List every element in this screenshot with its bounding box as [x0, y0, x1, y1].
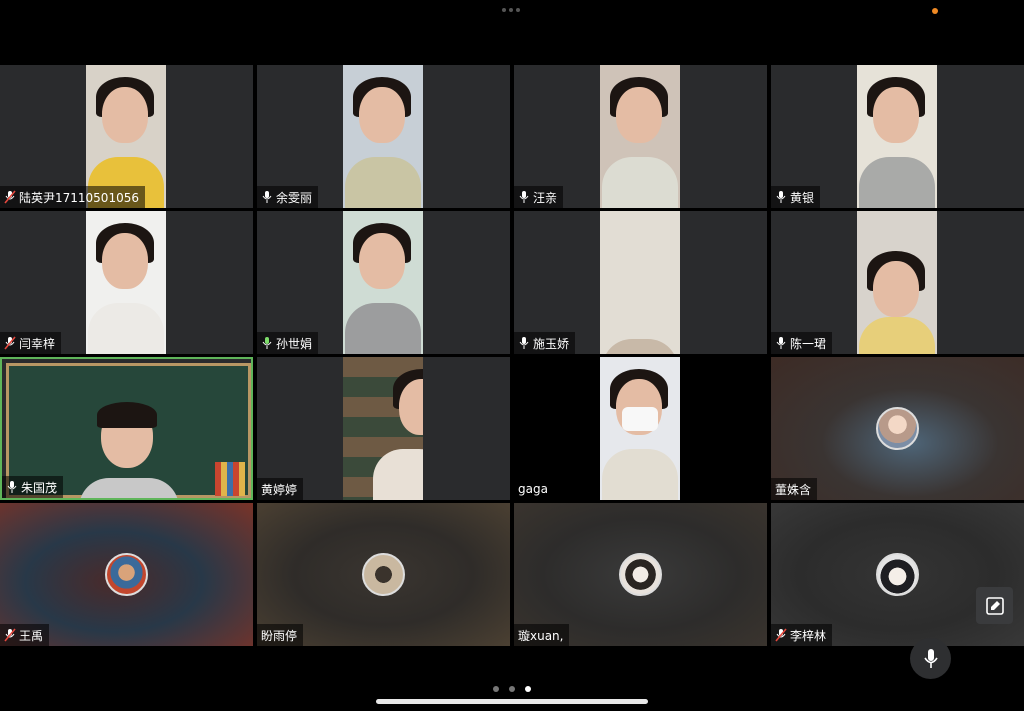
page-dot-current[interactable] [525, 686, 531, 692]
participant-name: 孙世娟 [276, 336, 313, 351]
name-tag: 李梓林 [771, 624, 833, 646]
participant-tile[interactable]: 璇xuan, [514, 503, 767, 646]
participant-tile[interactable]: 李梓林 [771, 503, 1024, 646]
participant-tile[interactable]: 陈一珺 [771, 211, 1024, 354]
avatar [362, 553, 405, 596]
participant-tile[interactable]: 盼雨停 [257, 503, 510, 646]
avatar [876, 407, 919, 450]
mic-icon [776, 337, 786, 349]
video-feed [343, 65, 423, 208]
participant-name: 余雯丽 [276, 190, 313, 205]
participant-name: 黄银 [790, 190, 815, 205]
window-handle-dots[interactable] [502, 8, 520, 12]
participant-tile[interactable]: 余雯丽 [257, 65, 510, 208]
participant-name: 董姝含 [775, 482, 812, 497]
avatar [619, 553, 662, 596]
name-tag: 盼雨停 [257, 624, 304, 646]
participant-name: 陆英尹17110501056 [19, 190, 139, 205]
name-tag: 陆英尹17110501056 [0, 186, 145, 208]
participant-name: 施玉娇 [533, 336, 570, 351]
mic-active-icon [262, 337, 272, 349]
participant-name: 王禹 [19, 628, 44, 643]
name-tag: 余雯丽 [257, 186, 319, 208]
name-tag: gaga [514, 478, 554, 500]
name-tag: 黄婷婷 [257, 478, 304, 500]
mic-muted-icon [4, 336, 16, 350]
video-feed [86, 211, 166, 354]
mic-icon [776, 191, 786, 203]
name-tag: 施玉娇 [514, 332, 576, 354]
participant-name: 闫幸梓 [19, 336, 56, 351]
mic-muted-icon [4, 190, 16, 204]
name-tag: 汪亲 [514, 186, 564, 208]
participant-name: 李梓林 [790, 628, 827, 643]
participant-tile[interactable]: gaga [514, 357, 767, 500]
mic-icon [262, 191, 272, 203]
participant-tile[interactable]: 施玉娇 [514, 211, 767, 354]
video-grid: 陆英尹17110501056 余雯丽 汪亲 黄银 闫幸梓 孙世娟 施玉娇 陈一珺… [0, 65, 1024, 646]
participant-name: 朱国茂 [21, 480, 58, 495]
mic-muted-icon [4, 628, 16, 642]
participant-tile[interactable]: 黄银 [771, 65, 1024, 208]
recording-indicator-dot [932, 8, 938, 14]
participant-tile[interactable]: 黄婷婷 [257, 357, 510, 500]
mic-icon [519, 191, 529, 203]
avatar [105, 553, 148, 596]
participant-name: 盼雨停 [261, 628, 298, 643]
participant-tile[interactable]: 董姝含 [771, 357, 1024, 500]
edit-button[interactable] [976, 587, 1013, 624]
page-dot[interactable] [493, 686, 499, 692]
mic-muted-icon [775, 628, 787, 642]
name-tag: 黄银 [771, 186, 821, 208]
name-tag: 闫幸梓 [0, 332, 62, 354]
page-dot[interactable] [509, 686, 515, 692]
video-feed [600, 357, 680, 500]
participant-name: gaga [518, 482, 548, 496]
page-indicator[interactable] [493, 686, 531, 692]
microphone-button[interactable] [910, 638, 951, 679]
mic-icon [7, 481, 17, 493]
participant-name: 璇xuan, [518, 628, 564, 643]
mic-icon [519, 337, 529, 349]
name-tag: 陈一珺 [771, 332, 833, 354]
video-feed [343, 357, 423, 500]
edit-icon [985, 596, 1004, 615]
name-tag: 董姝含 [771, 478, 818, 500]
home-indicator[interactable] [376, 699, 648, 704]
participant-tile[interactable]: 王禹 [0, 503, 253, 646]
name-tag: 璇xuan, [514, 624, 570, 646]
name-tag: 朱国茂 [2, 476, 64, 498]
participant-name: 黄婷婷 [261, 482, 298, 497]
video-feed [857, 211, 937, 354]
video-feed [600, 211, 680, 354]
participant-tile[interactable]: 陆英尹17110501056 [0, 65, 253, 208]
microphone-icon [923, 648, 938, 668]
participant-tile[interactable]: 闫幸梓 [0, 211, 253, 354]
participant-tile[interactable]: 汪亲 [514, 65, 767, 208]
name-tag: 王禹 [0, 624, 50, 646]
name-tag: 孙世娟 [257, 332, 319, 354]
participant-name: 汪亲 [533, 190, 558, 205]
video-feed [857, 65, 937, 208]
participant-tile[interactable]: 孙世娟 [257, 211, 510, 354]
participant-tile-active-speaker[interactable]: 朱国茂 [0, 357, 253, 500]
participant-name: 陈一珺 [790, 336, 827, 351]
video-feed [600, 65, 680, 208]
avatar [876, 553, 919, 596]
video-feed [343, 211, 423, 354]
